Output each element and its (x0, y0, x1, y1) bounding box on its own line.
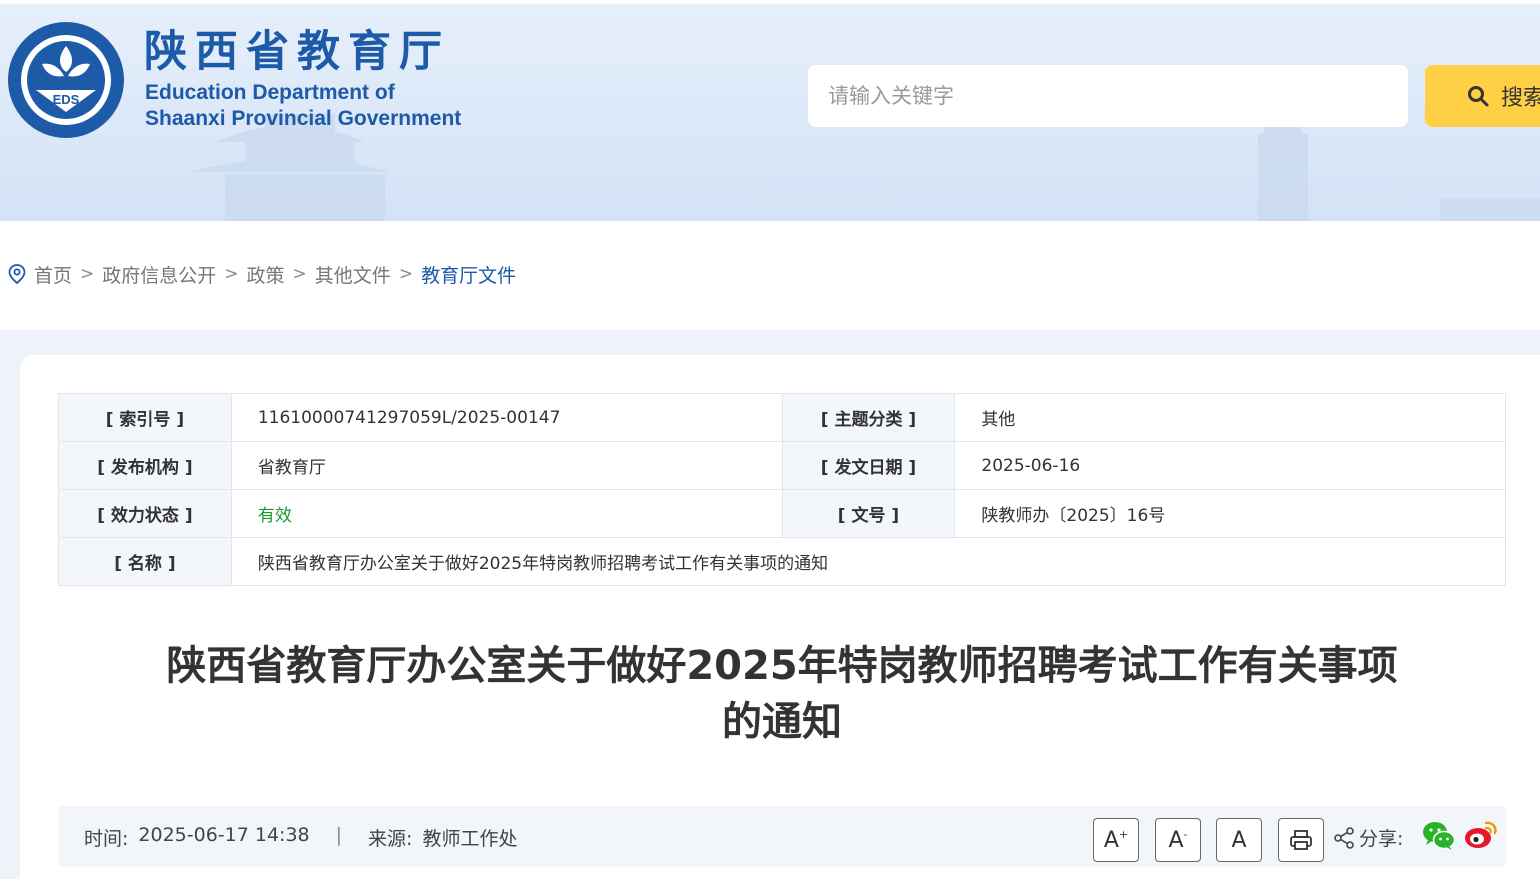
index-value: 11610000741297059L/2025-00147 (230, 393, 783, 442)
breadcrumb: 首页 > 政府信息公开 > 政策 > 其他文件 > 教育厅文件 (8, 261, 516, 288)
article-title-line1: 陕西省教育厅办公室关于做好2025年特岗教师招聘考试工作有关事项 (166, 643, 1398, 689)
article-title: 陕西省教育厅办公室关于做好2025年特岗教师招聘考试工作有关事项 的通知 (100, 638, 1464, 750)
doc-name-label: [ 名称 ] (58, 537, 232, 586)
meta-divider: | (335, 824, 343, 846)
issue-date-value: 2025-06-16 (954, 441, 1506, 490)
site-title-english-line2: Shaanxi Provincial Government (145, 107, 462, 130)
table-row: [ 名称 ] 陕西省教育厅办公室关于做好2025年特岗教师招聘考试工作有关事项的… (58, 537, 1507, 586)
breadcrumb-separator: > (292, 264, 307, 284)
printer-icon (1290, 830, 1312, 850)
department-emblem-logo: EDS (8, 22, 124, 138)
breadcrumb-gov-info[interactable]: 政府信息公开 (102, 261, 216, 288)
breadcrumb-home[interactable]: 首页 (34, 261, 72, 288)
font-increase-label: A (1103, 827, 1119, 853)
breadcrumb-separator: > (398, 264, 414, 284)
doc-number-value: 陕教师办〔2025〕16号 (954, 489, 1506, 538)
share-section: 分享: (1333, 824, 1403, 851)
font-increase-button[interactable]: A + (1093, 818, 1139, 862)
topic-value: 其他 (954, 393, 1506, 442)
doc-name-value: 陕西省教育厅办公室关于做好2025年特岗教师招聘考试工作有关事项的通知 (230, 537, 1507, 586)
breadcrumb-other-files[interactable]: 其他文件 (315, 261, 391, 288)
search-button[interactable]: 搜索 (1425, 65, 1540, 127)
weibo-share-icon[interactable] (1464, 820, 1498, 850)
site-title-chinese: 陕西省教育厅 (144, 27, 450, 77)
publish-time: 2025-06-17 14:38 (138, 824, 310, 846)
publisher-label: [ 发布机构 ] (58, 441, 232, 490)
share-icon (1334, 826, 1354, 849)
article-info-bar: 时间: 2025-06-17 14:38 | 来源: 教师工作处 A + A- A… (58, 806, 1506, 867)
print-button[interactable] (1278, 818, 1324, 862)
site-title-english-line1: Education Department of (145, 81, 395, 104)
minus-sign: - (1183, 827, 1188, 841)
table-row: [ 发布机构 ] 省教育厅 [ 发文日期 ] 2025-06-16 (58, 441, 1506, 490)
share-label: 分享: (1359, 828, 1404, 850)
breadcrumb-current[interactable]: 教育厅文件 (421, 261, 516, 288)
time-label: 时间: (84, 828, 129, 850)
location-pin-icon (8, 264, 26, 284)
breadcrumb-separator: > (224, 264, 239, 284)
index-label: [ 索引号 ] (58, 393, 232, 442)
emblem-eds-text: EDS (53, 92, 80, 107)
issue-date-label: [ 发文日期 ] (781, 441, 956, 490)
table-row: [ 效力状态 ] 有效 [ 文号 ] 陕教师办〔2025〕16号 (58, 489, 1506, 538)
article-title-line2: 的通知 (722, 699, 842, 745)
doc-number-label: [ 文号 ] (781, 489, 956, 538)
status-value: 有效 (230, 489, 783, 538)
article-meta-line: 时间: 2025-06-17 14:38 | 来源: 教师工作处 (84, 824, 517, 851)
font-default-label: A (1231, 827, 1247, 853)
source-value: 教师工作处 (422, 828, 518, 850)
status-label: [ 效力状态 ] (58, 489, 232, 538)
site-header: EDS 陕西省教育厅 Education Department of Shaan… (0, 4, 1540, 221)
search-button-label: 搜索 (1501, 86, 1540, 111)
search-input[interactable] (808, 65, 1408, 127)
search-icon (1468, 86, 1489, 107)
site-title-english: Education Department of Shaanxi Provinci… (145, 80, 461, 132)
font-decrease-button[interactable]: A- (1155, 818, 1201, 862)
breadcrumb-separator: > (80, 264, 95, 284)
font-decrease-label: A (1168, 827, 1184, 853)
table-row: [ 索引号 ] 11610000741297059L/2025-00147 [ … (58, 393, 1506, 442)
topic-label: [ 主题分类 ] (781, 393, 956, 442)
document-meta-table: [ 索引号 ] 11610000741297059L/2025-00147 [ … (58, 393, 1507, 586)
plus-sign: + (1118, 827, 1129, 841)
breadcrumb-policy[interactable]: 政策 (247, 261, 285, 288)
font-default-button[interactable]: A (1216, 818, 1262, 862)
publisher-value: 省教育厅 (230, 441, 783, 490)
source-label: 来源: (368, 828, 413, 850)
wechat-share-icon[interactable] (1422, 820, 1456, 852)
